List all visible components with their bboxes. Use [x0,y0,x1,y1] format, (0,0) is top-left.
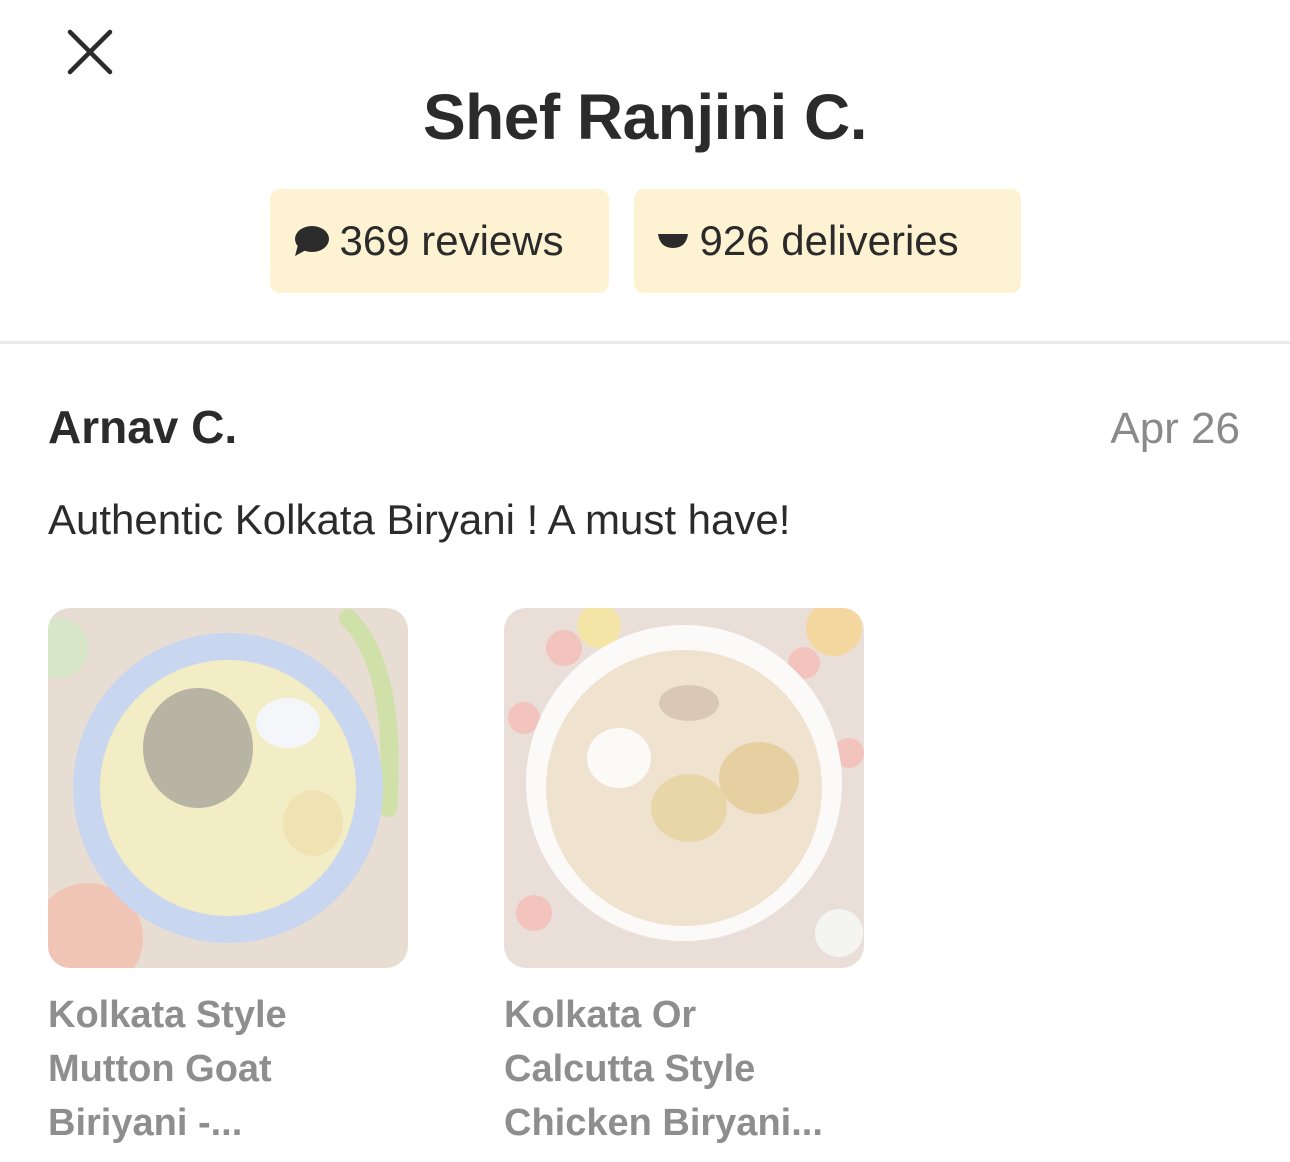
page-title: Shef Ranjini C. [422,81,868,153]
dish-name-line: Chicken Biryani... [504,1102,823,1144]
dish-name-line: Kolkata Style [48,994,287,1036]
chef-reviews-screen: Shef Ranjini C. 369 reviews 926 deliveri… [0,0,1290,1162]
dish-name-line: Kolkata Or [504,994,697,1036]
dish-name-line: Calcutta Style [504,1048,756,1090]
reviews-chip[interactable]: 369 reviews [269,189,609,293]
dish-image[interactable] [504,608,864,968]
close-button[interactable] [62,24,118,80]
stats-row: 369 reviews 926 deliveries [0,189,1290,293]
dish-image[interactable] [48,608,408,968]
review-date: Apr 26 [1110,404,1240,453]
reviewer-name: Arnav C. [48,401,238,453]
dish-name[interactable]: Kolkata Style Mutton Goat Biriyani -... [48,988,408,1150]
dish-name-line: Mutton Goat [48,1048,272,1090]
dish-name[interactable]: Kolkata Or Calcutta Style Chicken Biryan… [504,988,864,1150]
dish-card[interactable]: Kolkata Style Mutton Goat Biriyani -... [48,608,408,1150]
deliveries-chip[interactable]: 926 deliveries [633,189,1021,293]
divider [0,341,1290,344]
dish-name-line: Biriyani -... [48,1102,243,1144]
close-icon [67,29,113,75]
review-text: Authentic Kolkata Biryani ! A must have! [48,496,791,543]
deliveries-count: 926 deliveries [699,217,959,264]
speech-bubble-icon [292,223,330,259]
reviews-count: 369 reviews [339,217,564,264]
dish-card[interactable]: Kolkata Or Calcutta Style Chicken Biryan… [504,608,864,1150]
bowl-icon [656,231,690,251]
